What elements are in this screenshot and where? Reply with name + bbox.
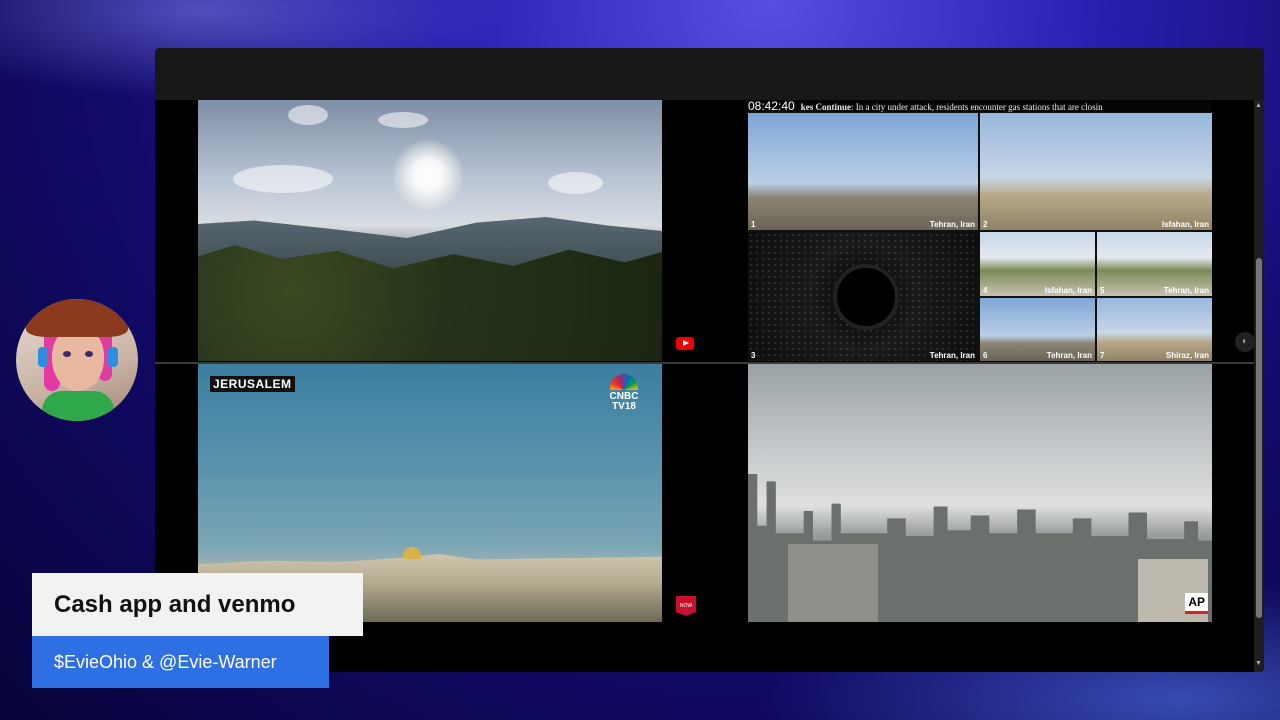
cam-number: 5 [1100,286,1105,295]
cam-location: Tehran, Iran [1163,286,1209,295]
cloud [548,172,603,194]
cam-number: 6 [983,351,988,360]
cam-tile-3[interactable]: 3 Tehran, Iran [748,232,978,361]
sun [393,140,463,210]
control-icon[interactable]: ◐ [1235,332,1255,352]
mountain-sunrise-cam[interactable] [198,100,662,361]
news-ticker: 08:42:40 kes Continue: In a city under at… [748,100,1212,112]
scrollbar-thumb[interactable] [1256,258,1262,618]
tel-aviv-cam[interactable]: AP [748,364,1212,622]
scroll-up-icon[interactable]: ▲ [1255,102,1262,109]
donation-title: Cash app and venmo [32,573,363,636]
cam-location: Shiraz, Iran [1165,351,1209,360]
avatar-shirt [42,391,114,421]
ticker-text: : In a city under attack, residents enco… [850,102,1103,112]
cam-location: Tehran, Iran [929,351,975,360]
cam-location: Tehran, Iran [1046,351,1092,360]
cam-location: Isfahan, Iran [1044,286,1092,295]
cam-location: Tehran, Iran [929,220,975,229]
cloud [288,105,328,125]
cam-number: 4 [983,286,988,295]
cam-number: 3 [751,351,756,360]
headset-icon [108,347,118,367]
dome-of-the-rock [403,547,421,559]
tree-line [198,245,662,361]
scrollbar[interactable]: ▲ ▼ [1254,100,1264,672]
cnbc-peacock-icon [610,374,638,390]
cam-number: 7 [1100,351,1105,360]
ticker-time: 08:42:40 [748,100,795,112]
avatar-eye [85,351,93,357]
cnbc-logo: CNBC TV18 [604,374,644,412]
cam-tile-5[interactable]: 5 Tehran, Iran [1097,232,1212,296]
streamer-avatar [16,299,138,421]
cam-tile-1[interactable]: 1 Tehran, Iran [748,113,978,230]
cloud [378,112,428,128]
ticker-headline: kes Continue [800,102,851,112]
avatar-eye [63,351,71,357]
cam-tile-2[interactable]: 2 Isfahan, Iran [980,113,1212,230]
headset-icon [38,347,48,367]
donation-handles: $EvieOhio & @Evie-Warner [32,636,329,688]
near-building [788,544,878,622]
cam-location: Isfahan, Iran [1161,220,1209,229]
avatar-hat [26,299,128,337]
cnbc-logo-subtext: TV18 [612,401,636,412]
scroll-down-icon[interactable]: ▼ [1255,660,1262,667]
cam-tile-4[interactable]: 4 Isfahan, Iran [980,232,1095,296]
location-label: JERUSALEM [210,376,295,392]
ap-logo: AP [1185,593,1208,614]
cam-tile-7[interactable]: 7 Shiraz, Iran [1097,298,1212,361]
camera-lens [833,264,899,330]
cam-number: 2 [983,220,988,229]
cloud [233,165,333,193]
now-badge: NOW [676,596,696,616]
cam-tile-6[interactable]: 6 Tehran, Iran [980,298,1095,361]
youtube-icon[interactable] [676,337,694,350]
cam-number: 1 [751,220,756,229]
iran-cam-grid[interactable]: 08:42:40 kes Continue: In a city under at… [748,100,1212,361]
